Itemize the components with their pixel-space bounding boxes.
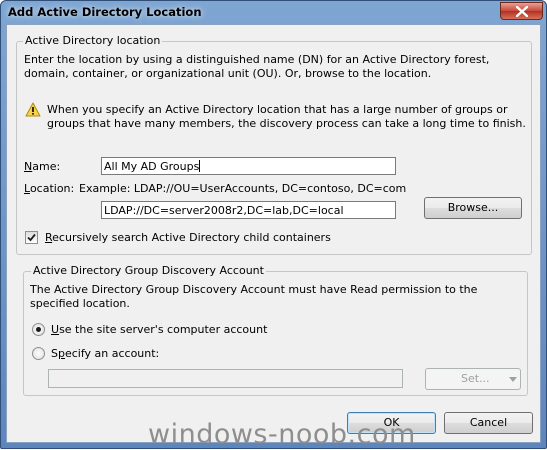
- cancel-button[interactable]: Cancel: [444, 412, 533, 434]
- title-bar[interactable]: Add Active Directory Location: [1, 1, 546, 23]
- account-group-legend: Active Directory Group Discovery Account: [31, 264, 266, 277]
- warning-text: When you specify an Active Directory loc…: [47, 103, 526, 130]
- location-description: Enter the location by using a distinguis…: [24, 53, 490, 80]
- chevron-down-icon: [509, 377, 517, 382]
- specify-account-radio[interactable]: [32, 347, 45, 360]
- location-group-legend: Active Directory location: [23, 34, 163, 47]
- account-description: The Active Directory Group Discovery Acc…: [30, 283, 478, 310]
- account-field[interactable]: [48, 369, 403, 388]
- name-field-value: All My AD Groups: [104, 160, 200, 173]
- location-field[interactable]: LDAP://DC=server2008r2,DC=lab,DC=local: [101, 201, 396, 219]
- close-icon: [516, 6, 528, 17]
- set-button[interactable]: Set...: [425, 368, 521, 390]
- watermark: windows-noob.com: [148, 419, 416, 450]
- recursive-checkbox[interactable]: [25, 231, 38, 244]
- recursive-label[interactable]: Recursively search Active Directory chil…: [45, 231, 331, 244]
- add-ad-location-dialog: Add Active Directory Location Active Dir…: [0, 0, 547, 449]
- dialog-body: Active Directory location Enter the loca…: [6, 24, 541, 443]
- use-site-account-label[interactable]: Use the site server's computer account: [51, 323, 267, 336]
- use-site-account-radio[interactable]: [32, 323, 45, 336]
- radio-selected-dot: [36, 327, 41, 332]
- window-title: Add Active Directory Location: [8, 5, 202, 19]
- browse-button[interactable]: Browse...: [424, 197, 522, 219]
- location-label: Location:: [24, 182, 75, 195]
- location-example: Example: LDAP://OU=UserAccounts, DC=cont…: [79, 182, 407, 195]
- name-field[interactable]: All My AD Groups: [101, 157, 396, 175]
- close-button[interactable]: [500, 2, 543, 20]
- specify-account-label[interactable]: Specify an account:: [51, 347, 159, 360]
- set-button-label: Set...: [461, 372, 490, 385]
- warning-icon: [25, 102, 41, 120]
- checkmark-icon: [27, 233, 36, 242]
- name-label: Name:: [24, 160, 61, 173]
